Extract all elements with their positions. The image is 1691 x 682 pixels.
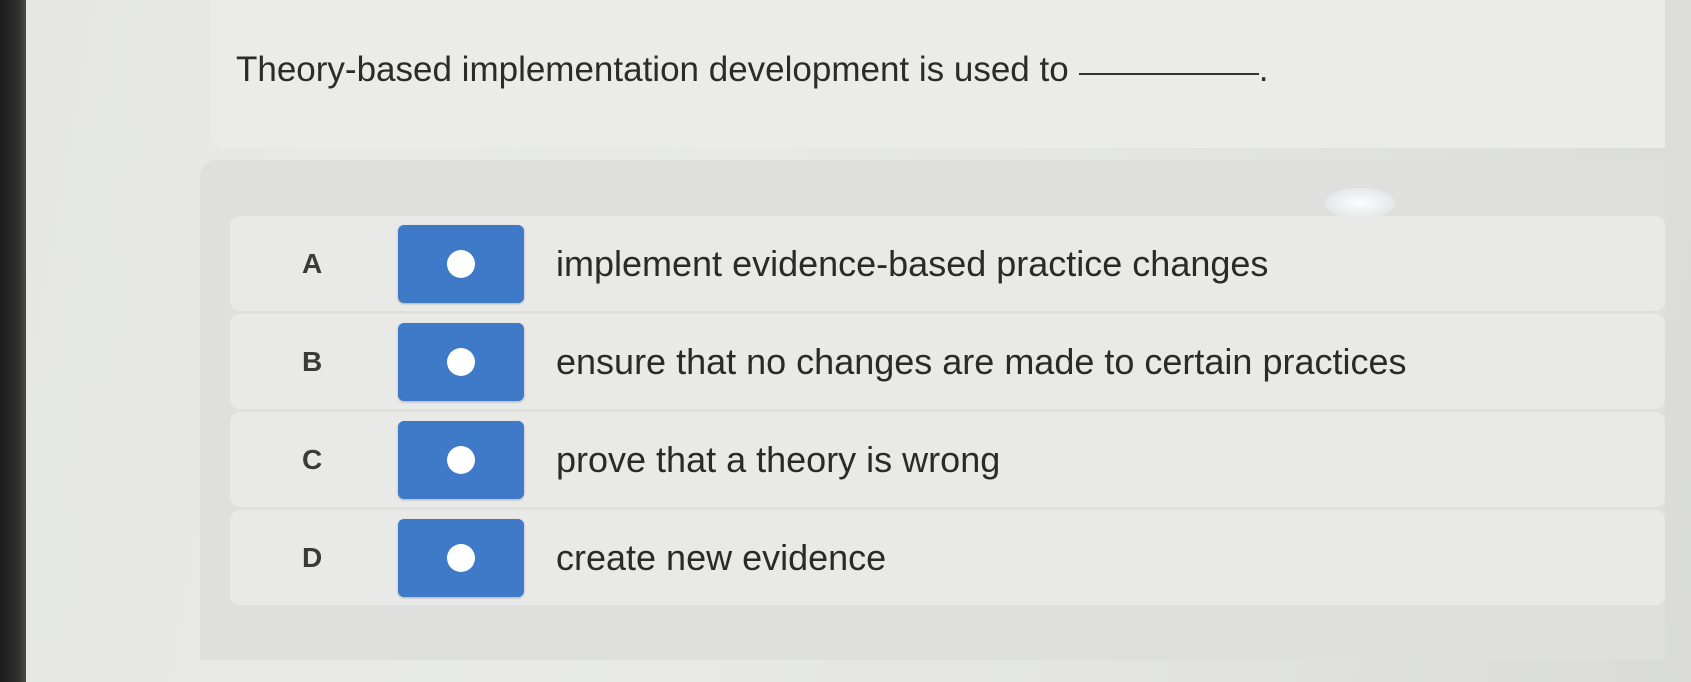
option-a[interactable]: A implement evidence-based practice chan… <box>230 216 1665 311</box>
option-c-radio-button[interactable] <box>398 420 524 499</box>
radio-circle-icon <box>447 347 475 376</box>
option-letter: C <box>302 443 323 475</box>
option-text: prove that a theory is wrong <box>556 438 1001 480</box>
option-letter: B <box>302 345 323 377</box>
option-d[interactable]: D create new evidence <box>230 510 1665 605</box>
question-prompt: Theory-based implementation development … <box>236 50 1069 89</box>
answer-blank <box>1078 73 1259 75</box>
radio-circle-icon <box>447 445 475 474</box>
option-b-radio-button[interactable] <box>398 322 524 401</box>
question-period: . <box>1258 50 1269 89</box>
option-letter: A <box>302 247 323 279</box>
option-c[interactable]: C prove that a theory is wrong <box>230 412 1665 507</box>
option-a-radio-button[interactable] <box>398 224 524 303</box>
option-d-radio-button[interactable] <box>398 518 524 597</box>
radio-circle-icon <box>447 543 475 572</box>
screen-bezel <box>0 0 26 682</box>
option-b[interactable]: B ensure that no changes are made to cer… <box>230 314 1665 409</box>
option-text: create new evidence <box>556 536 887 578</box>
radio-circle-icon <box>447 249 475 278</box>
question-text: Theory-based implementation development … <box>236 50 1268 90</box>
screen-glare <box>1325 188 1395 218</box>
option-letter: D <box>302 541 323 573</box>
option-text: ensure that no changes are made to certa… <box>556 340 1407 382</box>
option-text: implement evidence-based practice change… <box>556 242 1269 284</box>
